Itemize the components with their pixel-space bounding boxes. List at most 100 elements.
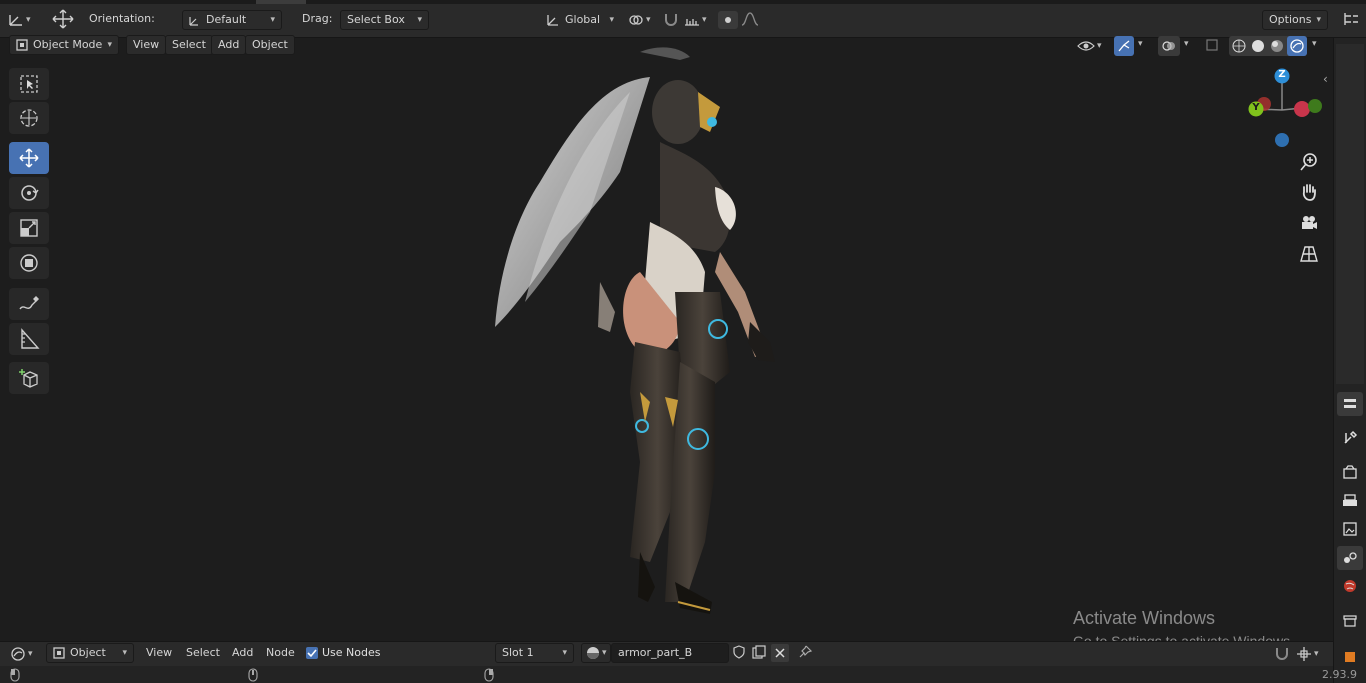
node-editor-type-button[interactable]: ▾ <box>10 645 40 663</box>
menu-add[interactable]: Add <box>211 35 247 55</box>
orientation-dropdown[interactable]: Default ▾ <box>182 10 282 30</box>
move-tool-icon[interactable] <box>50 8 76 30</box>
neg-z-axis[interactable] <box>1275 133 1289 147</box>
snap-target-icon[interactable]: ▾ <box>684 11 714 29</box>
add-cube-tool[interactable] <box>9 362 49 394</box>
properties-toggle-icon[interactable] <box>1337 392 1363 416</box>
measure-tool[interactable] <box>9 323 49 355</box>
drag-value: Select Box <box>347 13 405 26</box>
move-icon <box>19 148 39 168</box>
pan-hand-icon[interactable] <box>1299 182 1321 204</box>
view-layer-icon[interactable] <box>1337 517 1363 541</box>
sidebar-collapse-icon[interactable]: ‹ <box>1323 72 1328 86</box>
world-properties-icon[interactable] <box>1337 574 1363 598</box>
orientation-icon <box>189 14 201 26</box>
node-menu-select[interactable]: Select <box>186 643 220 663</box>
chevron-down-icon: ▾ <box>122 648 127 658</box>
drag-dropdown[interactable]: Select Box ▾ <box>340 10 429 30</box>
camera-view-icon[interactable] <box>1299 213 1321 235</box>
cursor-icon <box>20 109 38 127</box>
chevron-down-icon: ▾ <box>417 15 422 25</box>
chevron-down-icon[interactable]: ▾ <box>1138 39 1143 49</box>
perspective-grid-icon[interactable] <box>1299 244 1321 266</box>
drag-label: Drag: <box>302 12 333 25</box>
pivot-point-icon[interactable]: ▾ <box>628 11 658 29</box>
material-shading-icon[interactable] <box>1269 38 1285 54</box>
zoom-icon[interactable] <box>1299 152 1321 174</box>
properties-strip-top <box>1336 44 1364 384</box>
node-snap-icon[interactable] <box>1274 645 1292 663</box>
workspace-tabs-strip <box>0 0 1366 4</box>
chevron-down-icon: ▾ <box>26 15 31 25</box>
node-snap-target-icon[interactable]: ▾ <box>1296 645 1326 663</box>
transform-icon <box>20 254 38 272</box>
object-properties-icon[interactable] <box>1337 645 1363 669</box>
use-nodes-label: Use Nodes <box>322 646 381 659</box>
options-label: Options <box>1269 13 1312 26</box>
menu-view[interactable]: View <box>126 35 167 55</box>
rendered-shading-icon[interactable] <box>1287 36 1307 56</box>
rotate-icon <box>21 185 39 201</box>
solid-shading-icon[interactable] <box>1250 38 1266 54</box>
duplicate-material-icon[interactable] <box>751 644 769 662</box>
object-mode-icon <box>53 647 65 659</box>
object-mode-value: Object Mode <box>33 38 103 51</box>
chevron-down-icon[interactable]: ▾ <box>1312 39 1317 49</box>
render-properties-icon[interactable] <box>1337 460 1363 484</box>
measure-icon <box>21 328 40 349</box>
version-label: 2.93.9 <box>1322 668 1357 681</box>
scale-icon <box>20 219 38 237</box>
transform-tool[interactable] <box>9 247 49 279</box>
menu-object[interactable]: Object <box>245 35 295 55</box>
xray-toggle-icon[interactable] <box>1204 37 1222 55</box>
tool-properties-icon[interactable] <box>1337 426 1363 450</box>
rotate-tool[interactable] <box>9 177 49 209</box>
node-menu-view[interactable]: View <box>146 643 172 663</box>
scene-properties-icon[interactable] <box>1337 546 1363 570</box>
add-cube-icon <box>19 369 38 388</box>
move-tool[interactable] <box>9 142 49 174</box>
select-box-tool[interactable] <box>9 68 49 100</box>
outliner-icon[interactable] <box>1342 10 1362 30</box>
character-model[interactable] <box>480 42 800 622</box>
node-menu-node[interactable]: Node <box>266 643 295 663</box>
overlay-toggle-icon[interactable] <box>1158 36 1180 56</box>
select-box-icon <box>20 75 38 93</box>
x-axis[interactable] <box>1294 101 1310 117</box>
transform-space-dropdown[interactable]: Global ▾ <box>540 10 620 30</box>
object-mode-dropdown[interactable]: Object Mode ▾ <box>9 35 119 55</box>
node-object-dropdown[interactable]: Object ▾ <box>46 643 134 663</box>
node-menu-add[interactable]: Add <box>232 643 253 663</box>
chevron-down-icon: ▾ <box>609 15 614 25</box>
material-browse-button[interactable]: ▾ <box>581 643 611 663</box>
material-slot-dropdown[interactable]: Slot 1 ▾ <box>495 643 574 663</box>
editor-type-button[interactable]: ▾ <box>8 10 40 30</box>
watermark-title: Activate Windows <box>1073 608 1216 628</box>
orientation-value: Default <box>206 13 247 26</box>
unlink-material-icon[interactable] <box>771 644 789 662</box>
gizmo-toggle-icon[interactable] <box>1114 36 1134 56</box>
chevron-down-icon: ▾ <box>270 15 275 25</box>
chevron-down-icon[interactable]: ▾ <box>1184 39 1189 49</box>
snap-toggle-icon[interactable] <box>663 11 681 29</box>
falloff-icon[interactable] <box>740 11 770 29</box>
status-bar <box>0 666 1333 683</box>
output-properties-icon[interactable] <box>1337 489 1363 513</box>
material-name-field[interactable]: armor_part_B <box>611 643 729 663</box>
annotate-tool[interactable] <box>9 288 49 320</box>
wireframe-shading-icon[interactable] <box>1231 38 1247 54</box>
cursor-tool[interactable] <box>9 102 49 134</box>
fake-user-shield-icon[interactable] <box>731 644 749 662</box>
active-workspace-tab[interactable] <box>256 0 306 4</box>
scale-tool[interactable] <box>9 212 49 244</box>
collection-properties-icon[interactable] <box>1337 609 1363 633</box>
proportional-edit-icon[interactable] <box>718 11 738 29</box>
visibility-eye-icon[interactable]: ▾ <box>1077 36 1109 56</box>
use-nodes-checkbox[interactable] <box>306 647 318 659</box>
gizmo-y-label: Y <box>1252 102 1260 113</box>
neg-y-axis[interactable] <box>1308 99 1322 113</box>
pin-icon[interactable] <box>797 644 815 662</box>
chevron-down-icon: ▾ <box>562 648 567 658</box>
menu-select[interactable]: Select <box>165 35 213 55</box>
options-dropdown[interactable]: Options ▾ <box>1262 10 1328 30</box>
